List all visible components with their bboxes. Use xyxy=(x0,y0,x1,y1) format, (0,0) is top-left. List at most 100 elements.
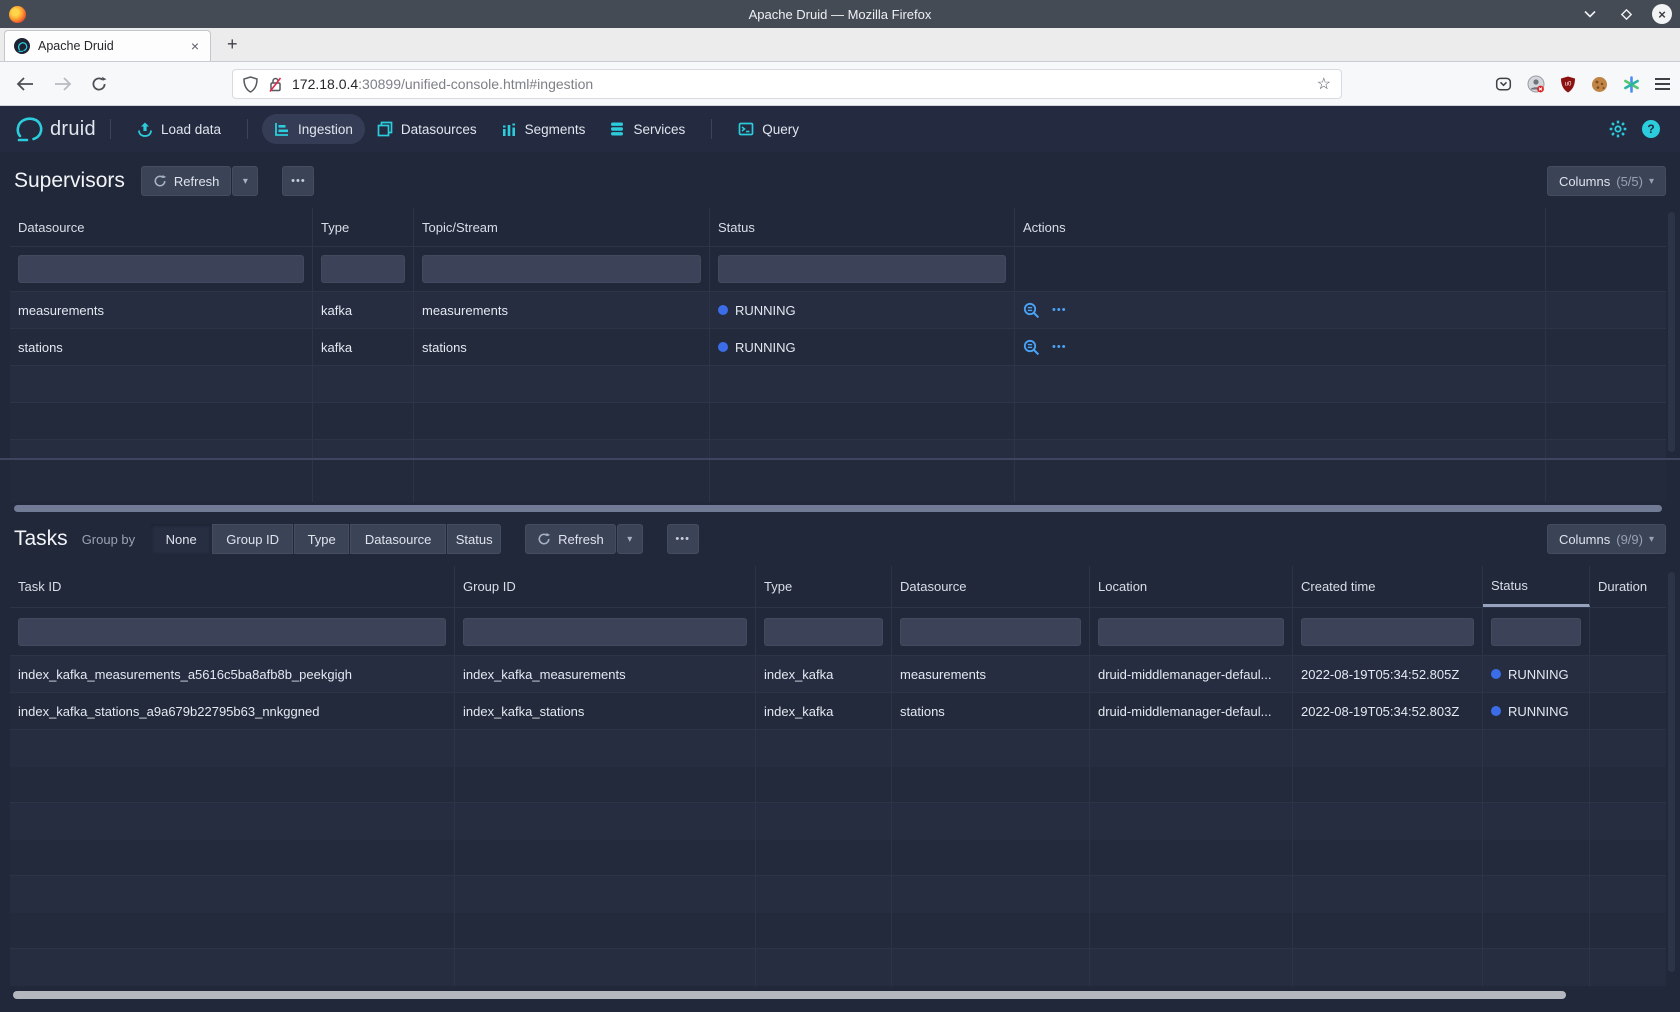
svg-text:u0: u0 xyxy=(1565,81,1572,87)
druid-brand[interactable]: druid xyxy=(14,116,96,142)
tasks-table: Task ID Group ID Type Datasource Locatio… xyxy=(10,566,1666,986)
settings-gear-icon[interactable] xyxy=(1609,120,1627,138)
menu-hamburger-icon[interactable] xyxy=(1655,78,1670,90)
empty-row xyxy=(10,730,1666,767)
filter-type-input[interactable] xyxy=(321,255,405,283)
view-detail-magnifier-icon[interactable] xyxy=(1023,302,1040,319)
console-main: Supervisors Refresh ▾ ••• Columns (5/5) … xyxy=(0,152,1680,1012)
filter-group-id-input[interactable] xyxy=(463,618,747,646)
window-close-button[interactable]: × xyxy=(1652,4,1672,24)
nav-tab-query[interactable]: Query xyxy=(726,114,811,144)
supervisors-columns-button[interactable]: Columns (5/5) ▾ xyxy=(1547,166,1666,196)
upload-arrow-icon xyxy=(137,121,153,137)
header-topic-stream[interactable]: Topic/Stream xyxy=(414,208,710,246)
nav-tab-services[interactable]: Services xyxy=(597,114,697,144)
header-location[interactable]: Location xyxy=(1090,566,1293,607)
filter-status-input[interactable] xyxy=(718,255,1006,283)
nav-load-data[interactable]: Load data xyxy=(125,114,233,144)
forward-button[interactable] xyxy=(48,69,78,99)
segments-bars-icon xyxy=(501,121,517,137)
view-detail-magnifier-icon[interactable] xyxy=(1023,339,1040,356)
header-actions[interactable]: Actions xyxy=(1015,208,1546,246)
reload-button[interactable] xyxy=(84,69,114,99)
tasks-columns-button[interactable]: Columns (9/9) ▾ xyxy=(1547,524,1666,554)
group-by-none-button[interactable]: None xyxy=(151,524,211,554)
query-console-icon xyxy=(738,121,754,137)
supervisor-row-stations[interactable]: stations kafka stations RUNNING ••• xyxy=(10,329,1666,366)
supervisors-refresh-caret-button[interactable]: ▾ xyxy=(232,166,258,196)
header-group-id[interactable]: Group ID xyxy=(455,566,756,607)
tasks-hscrollbar-thumb[interactable] xyxy=(13,991,1566,999)
nav-tab-datasources[interactable]: Datasources xyxy=(365,114,489,144)
tasks-filter-row xyxy=(10,608,1666,656)
header-duration[interactable]: Duration xyxy=(1590,566,1666,607)
nav-tab-segments[interactable]: Segments xyxy=(489,114,598,144)
row-actions-more-icon[interactable]: ••• xyxy=(1052,304,1067,316)
tasks-vscrollbar-thumb[interactable] xyxy=(1668,572,1675,972)
filter-type-input[interactable] xyxy=(764,618,883,646)
header-created-time[interactable]: Created time xyxy=(1293,566,1483,607)
row-actions-more-icon[interactable]: ••• xyxy=(1052,341,1067,353)
filter-location-input[interactable] xyxy=(1098,618,1284,646)
help-icon[interactable]: ? xyxy=(1642,120,1660,138)
supervisors-refresh-button[interactable]: Refresh xyxy=(141,166,232,196)
empty-row xyxy=(10,803,1666,840)
supervisors-more-button[interactable]: ••• xyxy=(282,166,314,196)
group-by-datasource-button[interactable]: Datasource xyxy=(350,524,446,554)
services-database-icon xyxy=(609,121,625,137)
columns-count: (5/5) xyxy=(1616,174,1643,189)
header-status-sorted[interactable]: Status xyxy=(1483,566,1590,607)
caret-down-icon: ▾ xyxy=(1649,176,1654,187)
header-datasource[interactable]: Datasource xyxy=(892,566,1090,607)
tasks-refresh-caret-button[interactable]: ▾ xyxy=(617,524,643,554)
header-task-id[interactable]: Task ID xyxy=(10,566,455,607)
header-status[interactable]: Status xyxy=(710,208,1015,246)
url-bar[interactable]: 172.18.0.4:30899/unified-console.html#in… xyxy=(232,69,1342,99)
window-chevron-down-icon[interactable] xyxy=(1580,4,1600,24)
filter-topic-input[interactable] xyxy=(422,255,701,283)
pocket-icon[interactable] xyxy=(1495,76,1512,92)
filter-task-id-input[interactable] xyxy=(18,618,446,646)
filter-datasource-input[interactable] xyxy=(900,618,1081,646)
filter-created-time-input[interactable] xyxy=(1301,618,1474,646)
bookmark-star-icon[interactable]: ☆ xyxy=(1317,74,1331,94)
profile-extension-icon[interactable] xyxy=(1527,75,1545,93)
tasks-more-button[interactable]: ••• xyxy=(667,524,699,554)
empty-row xyxy=(10,366,1666,403)
tab-title: Apache Druid xyxy=(38,39,189,53)
group-by-group-id-button[interactable]: Group ID xyxy=(212,524,293,554)
empty-row xyxy=(10,913,1666,950)
asterisk-extension-icon[interactable] xyxy=(1623,76,1640,93)
group-by-status-button[interactable]: Status xyxy=(447,524,501,554)
tasks-title: Tasks xyxy=(14,527,68,551)
browser-toolbar: 172.18.0.4:30899/unified-console.html#in… xyxy=(0,62,1680,106)
supervisors-table-overflow xyxy=(10,460,1666,502)
insecure-lock-icon[interactable] xyxy=(268,76,283,93)
header-type[interactable]: Type xyxy=(313,208,414,246)
url-text: 172.18.0.4:30899/unified-console.html#in… xyxy=(292,76,1309,92)
window-maximize-diamond-icon[interactable] xyxy=(1616,4,1636,24)
header-type[interactable]: Type xyxy=(756,566,892,607)
tasks-refresh-button[interactable]: Refresh xyxy=(525,524,616,554)
supervisors-vscrollbar-thumb[interactable] xyxy=(1668,212,1675,452)
supervisor-row-measurements[interactable]: measurements kafka measurements RUNNING … xyxy=(10,292,1666,329)
new-tab-button[interactable]: + xyxy=(227,34,238,55)
group-by-type-button[interactable]: Type xyxy=(294,524,349,554)
shield-icon[interactable] xyxy=(243,76,258,93)
task-row-stations[interactable]: index_kafka_stations_a9a679b22795b63_nnk… xyxy=(10,693,1666,730)
running-status-dot xyxy=(718,342,728,352)
supervisors-table: Datasource Type Topic/Stream Status Acti… xyxy=(10,208,1666,458)
tasks-toolbar: Tasks Group by None Group ID Type Dataso… xyxy=(14,524,1666,554)
header-datasource[interactable]: Datasource xyxy=(10,208,313,246)
filter-status-input[interactable] xyxy=(1491,618,1581,646)
supervisors-hscrollbar-thumb[interactable] xyxy=(14,505,1662,512)
back-button[interactable] xyxy=(10,69,40,99)
filter-datasource-input[interactable] xyxy=(18,255,304,283)
caret-down-icon: ▾ xyxy=(1649,534,1654,545)
cookie-extension-icon[interactable] xyxy=(1591,76,1608,93)
tab-close-icon[interactable]: × xyxy=(189,38,201,54)
tab-apache-druid[interactable]: Apache Druid × xyxy=(4,30,211,61)
ublock-origin-icon[interactable]: u0 xyxy=(1560,76,1576,93)
nav-tab-ingestion[interactable]: Ingestion xyxy=(262,114,365,144)
task-row-measurements[interactable]: index_kafka_measurements_a5616c5ba8afb8b… xyxy=(10,656,1666,693)
